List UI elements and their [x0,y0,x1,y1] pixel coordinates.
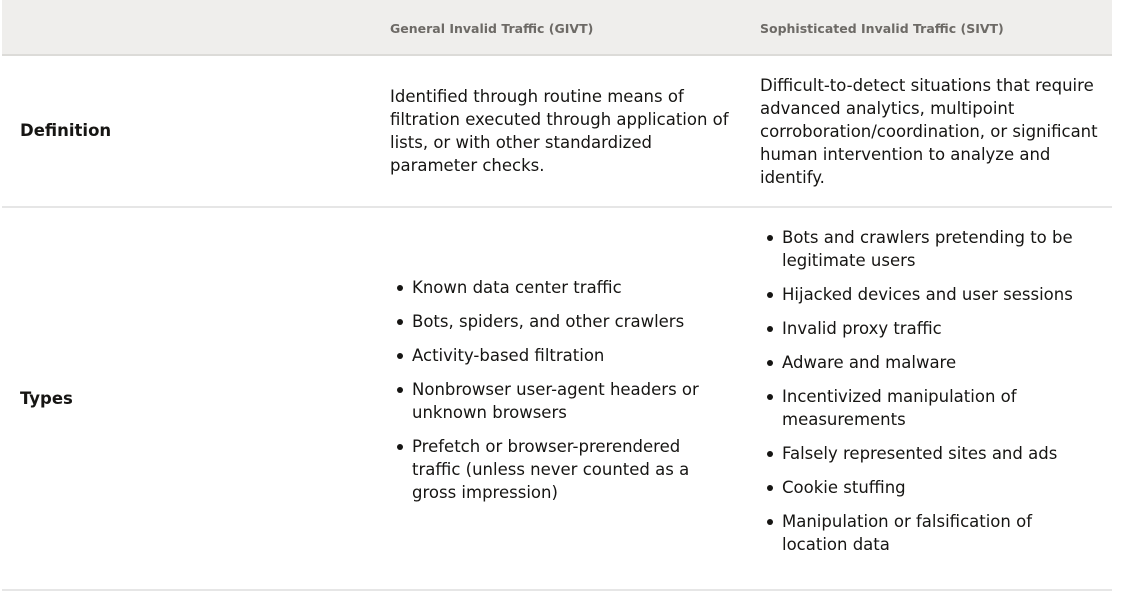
definition-givt: Identified through routine means of filt… [390,87,729,175]
bullet-icon [767,451,773,457]
row-label-definition: Definition [20,121,112,140]
bullet-icon [767,326,773,332]
list-item: Manipulation or falsification of locatio… [762,510,1082,556]
list-item: Cookie stuffing [762,476,1082,499]
list-item: Hijacked devices and user sessions [762,283,1082,306]
bullet-icon [397,353,403,359]
bullet-icon [767,235,773,241]
table-row-types: Types Known data center traffic Bots, sp… [2,208,1112,591]
bullet-icon [767,394,773,400]
definition-sivt: Difficult-to-detect situations that requ… [760,76,1098,187]
list-item: Falsely represented sites and ads [762,442,1082,465]
types-sivt-list: Bots and crawlers pretending to be legit… [762,226,1082,567]
bullet-icon [767,485,773,491]
bullet-icon [397,319,403,325]
bullet-icon [397,387,403,393]
list-item: Invalid proxy traffic [762,317,1082,340]
list-item: Bots and crawlers pretending to be legit… [762,226,1082,272]
list-item: Activity-based filtration [392,344,702,367]
list-item: Known data center traffic [392,276,702,299]
types-givt-list: Known data center traffic Bots, spiders,… [392,276,702,515]
list-item: Prefetch or browser-prerendered traffic … [392,435,702,504]
table-row-definition: Definition Identified through routine me… [2,56,1112,208]
bullet-icon [397,285,403,291]
list-item: Adware and malware [762,351,1082,374]
list-item: Bots, spiders, and other crawlers [392,310,702,333]
bullet-icon [397,444,403,450]
list-item: Nonbrowser user-agent headers or unknown… [392,378,702,424]
bullet-icon [767,292,773,298]
column-header-givt: General Invalid Traffic (GIVT) [390,21,594,36]
bullet-icon [767,519,773,525]
bullet-icon [767,360,773,366]
list-item: Incentivized manipulation of measurement… [762,385,1082,431]
table-header-row: General Invalid Traffic (GIVT) Sophistic… [2,0,1112,56]
row-label-types: Types [20,389,73,408]
column-header-sivt: Sophisticated Invalid Traffic (SIVT) [760,21,1004,36]
